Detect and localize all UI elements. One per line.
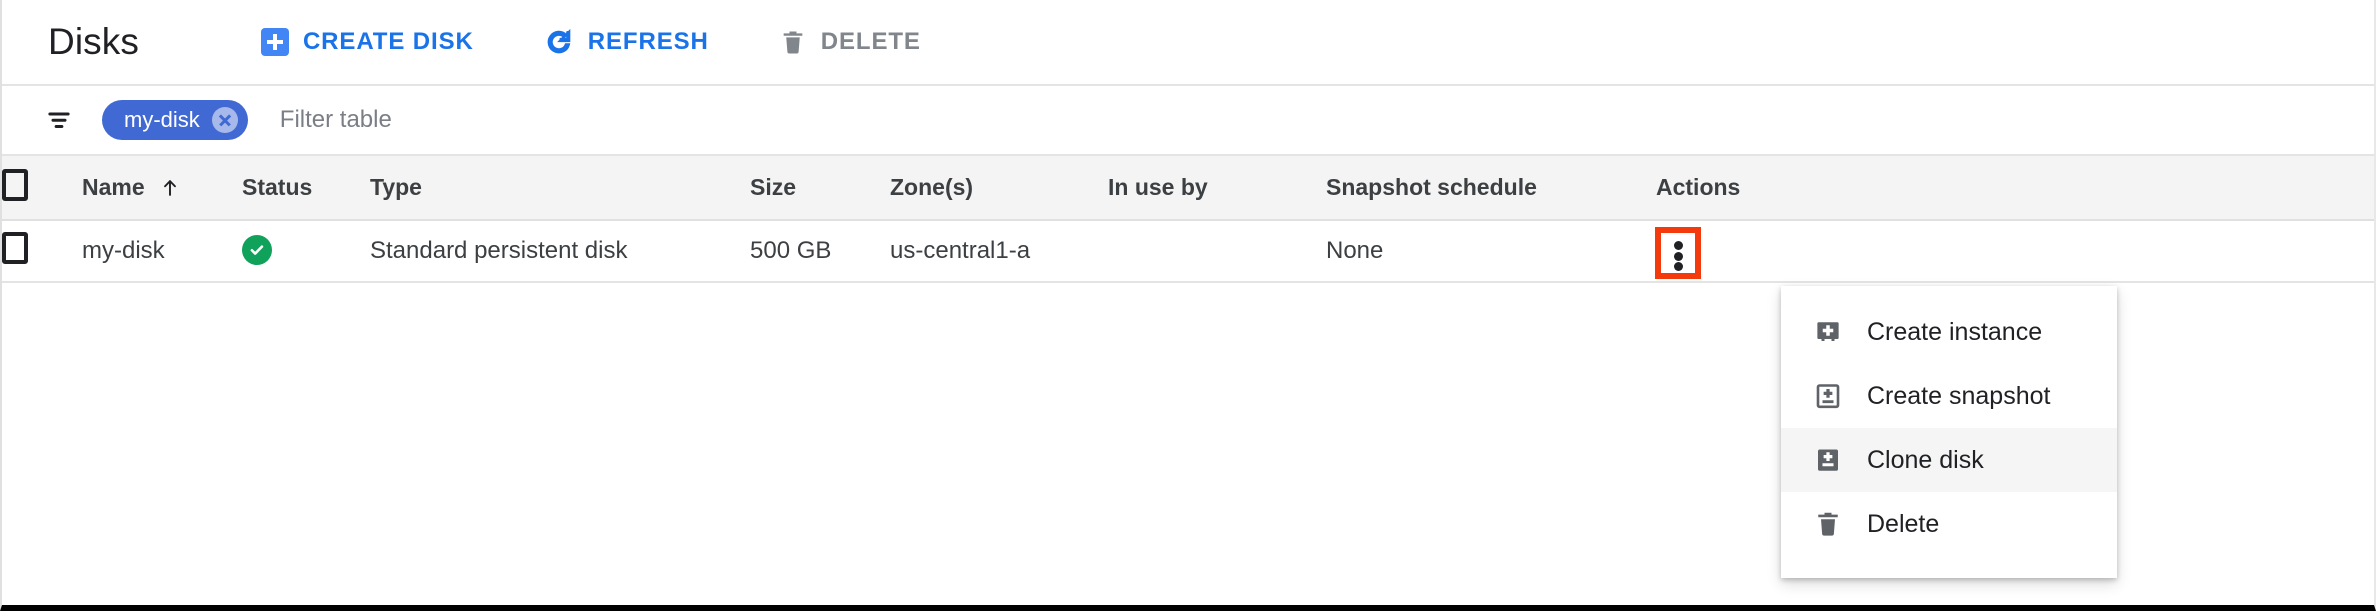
row-actions-dropdown-menu: Create instance Create snapshot Clone di… xyxy=(1781,286,2117,578)
menu-item-create-snapshot[interactable]: Create snapshot xyxy=(1781,364,2117,428)
cell-size: 500 GB xyxy=(750,220,890,283)
disks-table: Name Status Type Size Zone(s) In use by … xyxy=(2,156,2374,283)
row-checkbox[interactable] xyxy=(2,231,28,264)
header-status[interactable]: Status xyxy=(242,156,370,221)
header-name-label: Name xyxy=(82,174,145,200)
cell-status xyxy=(242,220,370,283)
filter-table-input[interactable] xyxy=(279,106,980,134)
row-actions-menu-button[interactable] xyxy=(1655,227,1701,279)
header-select-all xyxy=(2,156,82,221)
filter-chip-my-disk[interactable]: my-disk xyxy=(102,100,248,140)
filter-list-icon[interactable] xyxy=(44,105,74,135)
trash-icon xyxy=(779,27,807,57)
header-in-use-by[interactable]: In use by xyxy=(1108,156,1326,221)
select-all-checkbox[interactable] xyxy=(2,168,28,201)
menu-item-delete[interactable]: Delete xyxy=(1781,492,2117,556)
filter-chip-label: my-disk xyxy=(124,107,200,132)
trash-icon xyxy=(1813,508,1843,540)
menu-item-label: Create instance xyxy=(1867,317,2043,346)
menu-item-create-instance[interactable]: Create instance xyxy=(1781,300,2117,364)
page-title: Disks xyxy=(48,21,139,62)
create-snapshot-icon xyxy=(1813,380,1843,412)
create-disk-icon xyxy=(260,28,289,56)
cell-zone: us-central1-a xyxy=(890,220,1108,283)
disks-page: Disks CREATE DISK REFRESH DELETE my-disk… xyxy=(0,0,2376,611)
delete-button[interactable]: DELETE xyxy=(769,19,931,65)
header-name[interactable]: Name xyxy=(82,156,242,221)
header-snapshot-schedule[interactable]: Snapshot schedule xyxy=(1326,156,1656,221)
create-disk-label: CREATE DISK xyxy=(302,28,474,55)
more-vert-icon[interactable] xyxy=(1664,239,1692,273)
cell-in-use-by xyxy=(1108,220,1326,283)
page-toolbar: Disks CREATE DISK REFRESH DELETE xyxy=(2,0,2374,86)
refresh-icon xyxy=(544,27,574,57)
check-circle-icon xyxy=(242,234,272,265)
delete-label: DELETE xyxy=(820,28,921,55)
refresh-button[interactable]: REFRESH xyxy=(534,19,719,65)
cell-snapshot-schedule: None xyxy=(1326,220,1656,283)
table-row[interactable]: my-disk Standard persistent disk 500 GB … xyxy=(2,220,2374,283)
menu-item-label: Delete xyxy=(1867,509,1940,538)
header-size[interactable]: Size xyxy=(750,156,890,221)
create-instance-icon xyxy=(1813,316,1843,348)
cell-actions xyxy=(1655,220,2374,283)
clone-disk-icon xyxy=(1813,444,1843,476)
filter-bar: my-disk xyxy=(2,86,2374,156)
menu-item-label: Create snapshot xyxy=(1867,381,2051,410)
cell-type: Standard persistent disk xyxy=(370,220,750,283)
arrow-up-icon xyxy=(159,175,181,201)
header-type[interactable]: Type xyxy=(370,156,750,221)
header-actions: Actions xyxy=(1656,156,2374,221)
refresh-label: REFRESH xyxy=(587,28,709,55)
header-zone[interactable]: Zone(s) xyxy=(890,156,1108,221)
cell-name[interactable]: my-disk xyxy=(82,220,242,283)
chip-remove-icon[interactable] xyxy=(211,107,238,133)
table-header-row: Name Status Type Size Zone(s) In use by … xyxy=(2,156,2374,221)
row-select-cell xyxy=(2,220,82,283)
menu-item-clone-disk[interactable]: Clone disk xyxy=(1781,428,2117,492)
create-disk-button[interactable]: CREATE DISK xyxy=(251,20,484,64)
menu-item-label: Clone disk xyxy=(1867,445,1984,474)
